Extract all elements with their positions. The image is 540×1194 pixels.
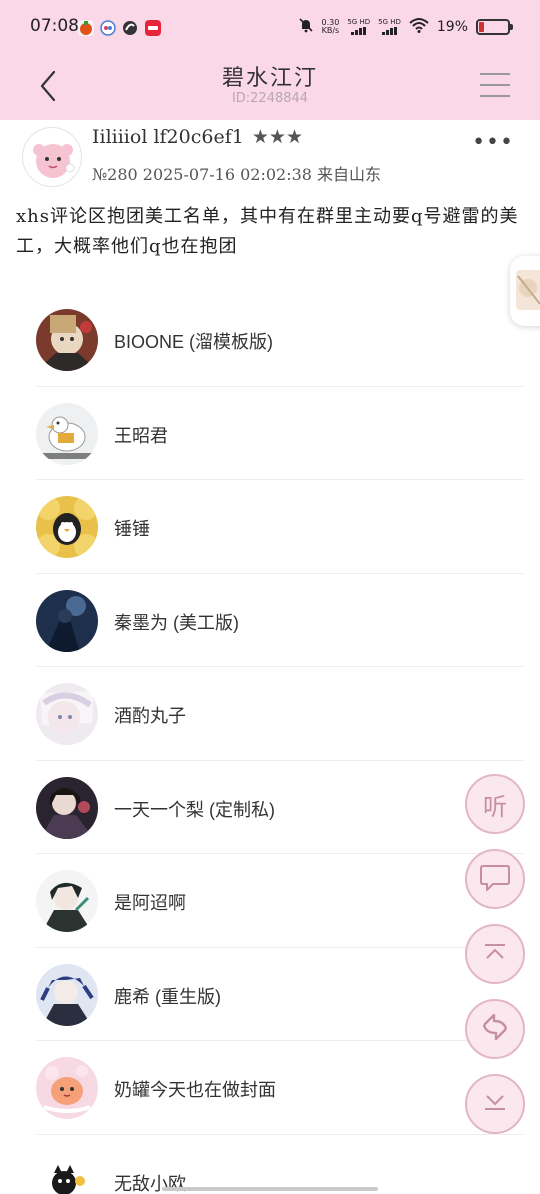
home-indicator[interactable] — [162, 1187, 378, 1191]
list-avatar — [36, 870, 98, 932]
post-meta: №280 2025-07-16 02:02:38 来自山东 — [92, 165, 382, 184]
scroll-bottom-button[interactable] — [465, 1074, 525, 1134]
battery-level — [479, 22, 484, 32]
list-item[interactable]: 酒酌丸子 — [36, 667, 524, 761]
more-options-button[interactable]: ••• — [472, 130, 514, 155]
list-avatar — [36, 1057, 98, 1119]
list-avatar — [36, 496, 98, 558]
scroll-top-button[interactable] — [465, 924, 525, 984]
list-avatar — [36, 776, 98, 839]
author-stars: ★★★ — [251, 126, 303, 148]
listen-button[interactable]: 听 — [465, 774, 525, 834]
refresh-icon — [480, 1011, 510, 1047]
member-list: BIOONE (溜模板版) 王昭君 锤锤 秦墨为 (美工版) 酒酌丸子 一天一个… — [36, 293, 524, 1194]
thread-id: ID:2248844 — [231, 91, 309, 106]
list-item[interactable]: BIOONE (溜模板版) — [36, 293, 524, 387]
comment-icon — [479, 862, 511, 896]
signal-sim2: 5G HD — [378, 19, 401, 35]
network-speed: 0.30 KB/s — [322, 19, 340, 35]
signal-bars-icon — [378, 27, 401, 35]
list-item[interactable]: 锤锤 — [36, 480, 524, 574]
refresh-button[interactable] — [465, 999, 525, 1059]
list-item[interactable]: 无敌小欧. — [36, 1135, 524, 1194]
list-item[interactable]: 奶罐今天也在做封面 — [36, 1041, 524, 1135]
list-avatar — [36, 963, 98, 1026]
list-item-name: 奶罐今天也在做封面 — [114, 1080, 276, 1100]
list-item[interactable]: 王昭君 — [36, 387, 524, 480]
list-avatar — [36, 1150, 98, 1194]
signal-bars-icon — [347, 27, 370, 35]
post-body: xhs评论区抱团美工名单，其中有在群里主动要q号避雷的美工，大概率他们q也在抱团 — [16, 206, 519, 257]
listen-icon: 听 — [483, 792, 507, 821]
list-item-name: 王昭君 — [114, 425, 168, 446]
post-author[interactable]: Iiliiiol lf20c6ef1 ★★★ — [92, 126, 303, 148]
list-item-name: 秦墨为 (美工版) — [114, 612, 239, 633]
list-item[interactable]: 是阿迢啊 — [36, 854, 524, 948]
mute-icon — [298, 17, 314, 37]
app-notification-icon — [100, 20, 116, 36]
sim2-label: 5G HD — [378, 18, 401, 26]
list-item[interactable]: 秦墨为 (美工版) — [36, 574, 524, 667]
list-item-name: 是阿迢啊 — [114, 893, 186, 913]
list-item-name: 锤锤 — [114, 519, 150, 539]
signal-sim1: 5G HD — [347, 19, 370, 35]
hamburger-menu-icon[interactable] — [480, 73, 510, 99]
list-avatar — [36, 402, 98, 465]
list-item[interactable]: 鹿希 (重生版) — [36, 948, 524, 1041]
list-avatar — [36, 589, 98, 652]
author-avatar[interactable] — [22, 127, 82, 187]
wifi-icon — [409, 17, 429, 37]
list-item-name: 酒酌丸子 — [114, 706, 186, 726]
page-title: 碧水江汀 — [221, 66, 318, 91]
app-notification-icon — [122, 20, 138, 36]
status-bar: 07:08 0.30 KB/s 5G HD 5G HD 19% — [0, 0, 540, 56]
app-notification-icon — [145, 20, 161, 36]
app-notification-icon — [78, 20, 94, 36]
battery-icon — [476, 19, 513, 35]
list-item-name: 一天一个梨 (定制私) — [114, 799, 275, 820]
sim1-label: 5G HD — [347, 18, 371, 26]
author-name[interactable]: Iiliiiol lf20c6ef1 — [92, 126, 244, 148]
list-item-name: BIOONE (溜模板版) — [114, 332, 274, 352]
list-item-name: 鹿希 (重生版) — [114, 986, 221, 1007]
scroll-bottom-icon — [481, 1090, 509, 1118]
list-avatar — [36, 683, 98, 745]
top-nav: 碧水江汀 ID:2248844 — [0, 56, 540, 120]
net-speed-unit: KB/s — [321, 26, 340, 35]
battery-percent: 19% — [436, 19, 468, 35]
comment-button[interactable] — [465, 849, 525, 909]
list-item[interactable]: 一天一个梨 (定制私) — [36, 761, 524, 854]
scroll-top-icon — [481, 940, 509, 968]
status-indicators: 0.30 KB/s 5G HD 5G HD 19% — [298, 17, 513, 37]
status-time: 07:08 — [30, 16, 79, 36]
list-avatar — [36, 309, 98, 371]
